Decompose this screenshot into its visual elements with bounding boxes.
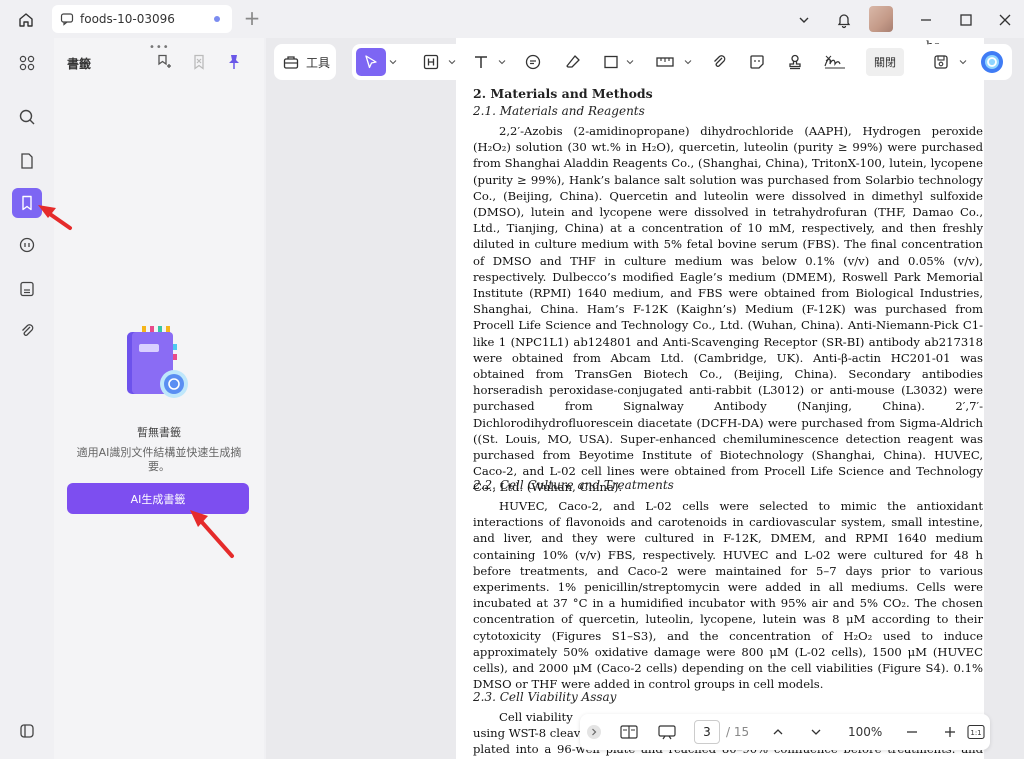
- measure-icon[interactable]: [652, 48, 678, 76]
- chevron-down-icon[interactable]: [806, 720, 826, 744]
- ai-assistant-icon[interactable]: [978, 48, 1006, 76]
- sticker-icon[interactable]: [744, 48, 770, 76]
- chevron-down-icon[interactable]: [959, 58, 967, 66]
- pdf-page: he oc 2. Materials and Methods 2.1. Mate…: [456, 38, 984, 759]
- collapse-arrow-icon[interactable]: [584, 720, 604, 744]
- zoom-level[interactable]: 100%: [848, 725, 882, 739]
- select-cursor-icon[interactable]: [356, 48, 386, 76]
- page-total: / 15: [726, 725, 750, 739]
- subsection-heading: 2.2. Cell Culture and Treatments: [473, 478, 674, 492]
- paragraph: HUVEC, Caco-2, and L-02 cells were selec…: [473, 499, 983, 692]
- red-arrow-rail: [38, 205, 72, 230]
- main-area: he oc 2. Materials and Methods 2.1. Mate…: [266, 38, 1024, 759]
- stamp-icon[interactable]: [782, 48, 808, 76]
- subsection-heading: 2.1. Materials and Reagents: [473, 104, 645, 118]
- page-number-input[interactable]: 3: [694, 720, 720, 744]
- attach-file-icon[interactable]: [706, 48, 732, 76]
- highlight-text-icon[interactable]: [418, 48, 444, 76]
- paragraph: 2,2′-Azobis (2-amidinopropane) dihydroch…: [473, 124, 983, 495]
- comment-note-icon[interactable]: [520, 48, 546, 76]
- chevron-up-icon[interactable]: [768, 720, 788, 744]
- subsection-heading: 2.3. Cell Viability Assay: [473, 690, 617, 704]
- tools-label: 工具: [306, 55, 331, 70]
- chevron-down-icon[interactable]: [498, 58, 506, 66]
- presentation-icon[interactable]: [654, 720, 680, 744]
- ai-toolbar: [922, 44, 1012, 80]
- chevron-down-icon[interactable]: [626, 58, 634, 66]
- rectangle-icon[interactable]: [598, 48, 624, 76]
- page-navigation-bar: 3 / 15 100% 1:1: [580, 714, 990, 750]
- svg-text:1:1: 1:1: [970, 729, 981, 737]
- zoom-in-icon[interactable]: [940, 720, 960, 744]
- actual-size-icon[interactable]: 1:1: [966, 720, 986, 744]
- red-arrow-button: [190, 510, 234, 558]
- save-icon[interactable]: [928, 48, 954, 76]
- eraser-icon[interactable]: [560, 48, 586, 76]
- text-tool-icon[interactable]: [468, 48, 494, 76]
- toolbox-icon: [282, 53, 300, 71]
- chevron-down-icon[interactable]: [389, 58, 397, 66]
- chevron-down-icon[interactable]: [684, 58, 692, 66]
- signature-icon[interactable]: [820, 48, 850, 76]
- annotation-toolbar: 關閉: [352, 44, 912, 80]
- section-heading: 2. Materials and Methods: [473, 86, 653, 101]
- close-toolbar-button[interactable]: 關閉: [866, 48, 904, 76]
- zoom-out-icon[interactable]: [902, 720, 922, 744]
- two-page-view-icon[interactable]: [616, 720, 642, 744]
- tools-button[interactable]: 工具: [274, 44, 336, 80]
- chevron-down-icon[interactable]: [448, 58, 456, 66]
